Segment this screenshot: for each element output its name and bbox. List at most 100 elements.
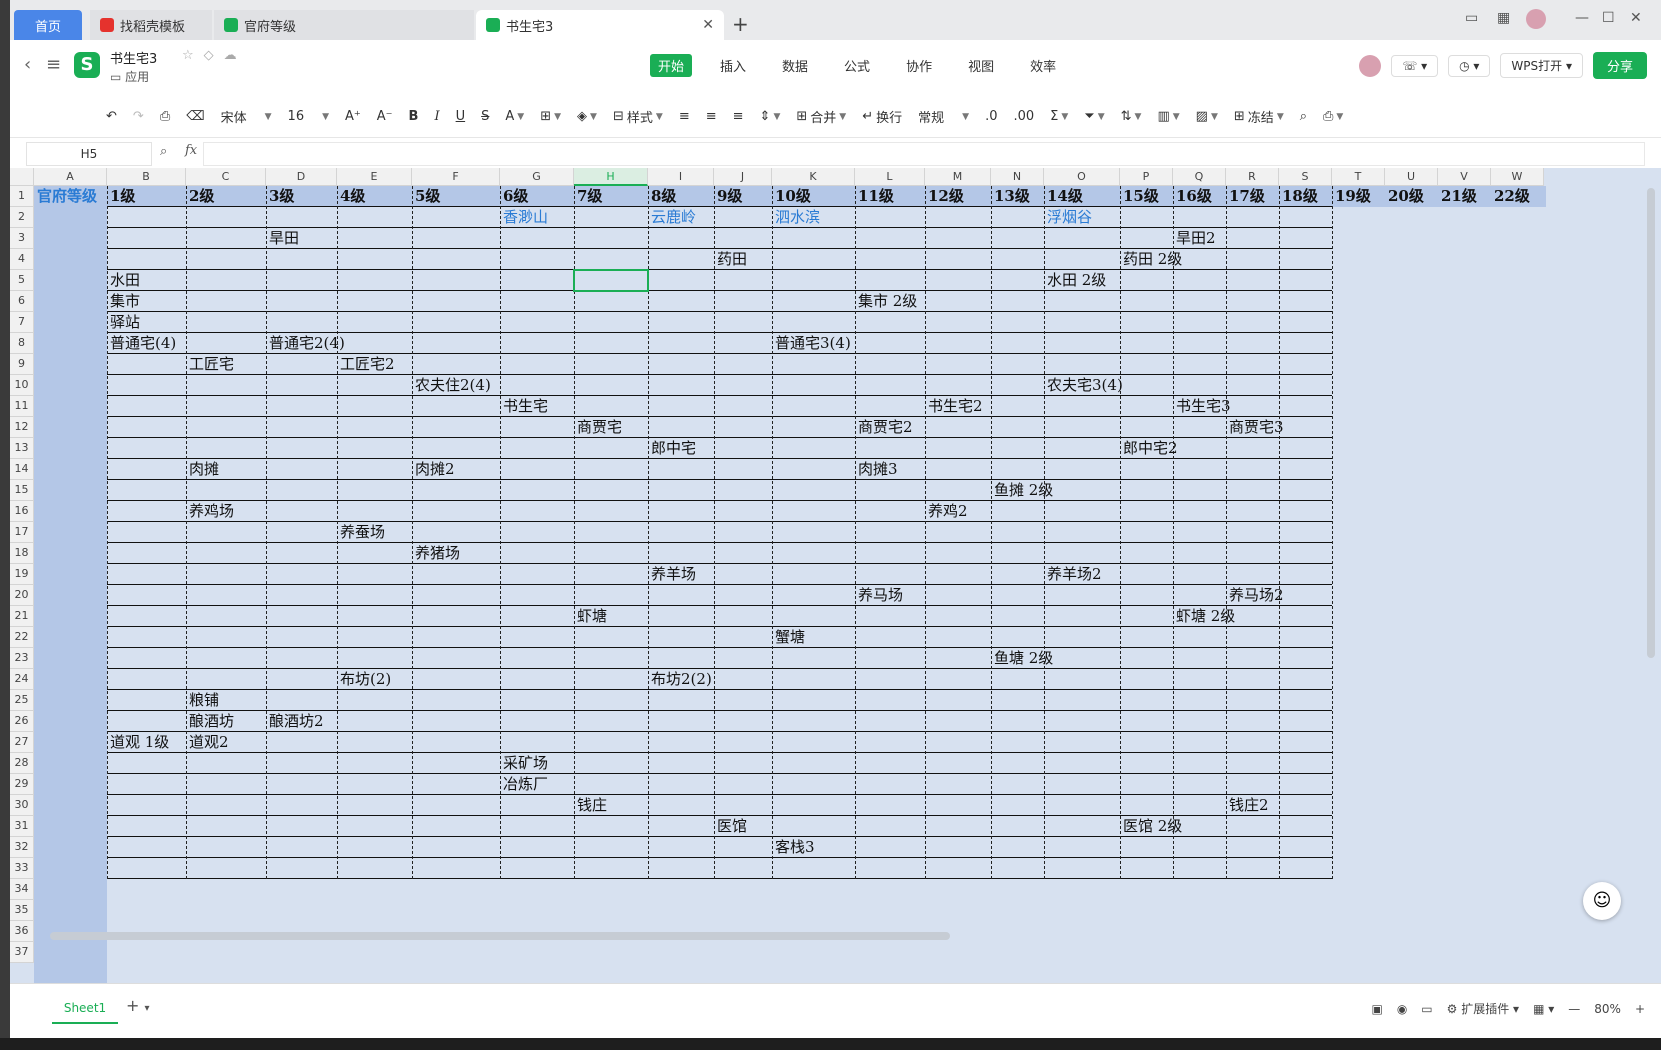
header-cell-a[interactable]: 官府等级: [34, 186, 97, 207]
cell-k2[interactable]: 泗水滨: [772, 207, 820, 228]
cell-i2[interactable]: 云鹿岭: [648, 207, 696, 228]
row-header-4[interactable]: 4: [10, 249, 34, 270]
ribbon-tab-data[interactable]: 数据: [774, 54, 816, 77]
column-header-c[interactable]: C: [186, 168, 266, 186]
column-header-q[interactable]: Q: [1173, 168, 1226, 186]
window-close-icon[interactable]: ✕: [1630, 10, 1642, 26]
cell-l6[interactable]: 集市 2级: [855, 291, 917, 312]
header-cell-b[interactable]: 1级: [107, 186, 135, 207]
tab-daoke[interactable]: 找稻壳模板: [90, 10, 212, 40]
cell-b8[interactable]: 普通宅(4): [107, 333, 176, 354]
italic-icon[interactable]: I: [434, 109, 439, 124]
ribbon-tab-formula[interactable]: 公式: [836, 54, 878, 77]
zoom-in-icon[interactable]: +: [1635, 1002, 1645, 1016]
ribbon-tab-insert[interactable]: 插入: [712, 54, 754, 77]
border-icon[interactable]: ⊞ ▼: [540, 109, 561, 124]
fx-icon[interactable]: fx: [185, 143, 197, 158]
merge-button[interactable]: ⊞ 合并 ▼: [796, 107, 846, 126]
align-center-icon[interactable]: ≡: [706, 109, 717, 124]
row-header-32[interactable]: 32: [10, 837, 34, 858]
wps-open-button[interactable]: WPS打开 ▾: [1500, 53, 1583, 78]
maximize-icon[interactable]: ☐: [1602, 10, 1615, 26]
column-header-i[interactable]: I: [648, 168, 714, 186]
history-icon[interactable]: ◷ ▾: [1448, 54, 1491, 77]
cell-j4[interactable]: 药田: [714, 249, 747, 270]
row-header-13[interactable]: 13: [10, 438, 34, 459]
cell-c26[interactable]: 酿酒坊: [186, 711, 234, 732]
number-format-select[interactable]: 常规 ▼: [918, 107, 969, 126]
header-cell-g[interactable]: 6级: [500, 186, 528, 207]
cell-g2[interactable]: 香渺山: [500, 207, 548, 228]
column-header-w[interactable]: W: [1491, 168, 1544, 186]
row-header-37[interactable]: 37: [10, 942, 34, 963]
header-cell-p[interactable]: 15级: [1120, 186, 1159, 207]
row-header-3[interactable]: 3: [10, 228, 34, 249]
select-all-corner[interactable]: [10, 168, 34, 186]
cell-c9[interactable]: 工匠宅: [186, 354, 234, 375]
increase-decimal-icon[interactable]: .0: [985, 109, 997, 124]
header-cell-s[interactable]: 18级: [1279, 186, 1318, 207]
cell-r30[interactable]: 钱庄2: [1226, 795, 1269, 816]
freeze-button[interactable]: ⊞ 冻结 ▼: [1234, 107, 1284, 126]
chart-icon[interactable]: ▥ ▼: [1157, 109, 1179, 124]
column-header-k[interactable]: K: [772, 168, 855, 186]
column-header-m[interactable]: M: [925, 168, 991, 186]
name-box[interactable]: H5: [26, 142, 152, 166]
tab-guanfu[interactable]: 官府等级: [214, 10, 474, 40]
align-right-icon[interactable]: ≡: [733, 109, 744, 124]
zoom-out-icon[interactable]: —: [1568, 1002, 1580, 1016]
row-header-35[interactable]: 35: [10, 900, 34, 921]
cell-i13[interactable]: 郎中宅: [648, 438, 696, 459]
header-cell-t[interactable]: 19级: [1332, 186, 1371, 207]
row-header-6[interactable]: 6: [10, 291, 34, 312]
cell-i24[interactable]: 布坊2(2): [648, 669, 712, 690]
cell-o5[interactable]: 水田 2级: [1044, 270, 1106, 291]
row-header-17[interactable]: 17: [10, 522, 34, 543]
cell-b5[interactable]: 水田: [107, 270, 140, 291]
share-button[interactable]: 分享: [1592, 52, 1647, 79]
call-icon[interactable]: ☏ ▾: [1391, 54, 1439, 77]
row-header-20[interactable]: 20: [10, 585, 34, 606]
cell-f18[interactable]: 养猪场: [412, 543, 460, 564]
cell-b7[interactable]: 驿站: [107, 312, 140, 333]
column-header-p[interactable]: P: [1120, 168, 1173, 186]
column-header-j[interactable]: J: [714, 168, 772, 186]
row-header-30[interactable]: 30: [10, 795, 34, 816]
document-folder[interactable]: ▭ 应用: [110, 68, 149, 85]
print-icon[interactable]: ⎙ ▼: [1323, 109, 1343, 124]
header-cell-i[interactable]: 8级: [648, 186, 676, 207]
column-header-b[interactable]: B: [107, 168, 186, 186]
view-mode-icon[interactable]: ▦ ▾: [1533, 1002, 1554, 1016]
selected-cell[interactable]: [573, 269, 649, 292]
header-cell-c[interactable]: 2级: [186, 186, 214, 207]
collaborator-avatar[interactable]: [1359, 54, 1382, 77]
cell-j31[interactable]: 医馆: [714, 816, 747, 837]
header-cell-q[interactable]: 16级: [1173, 186, 1212, 207]
row-header-33[interactable]: 33: [10, 858, 34, 879]
cloud-icon[interactable]: ☁: [224, 48, 247, 63]
cell-b27[interactable]: 道观 1级: [107, 732, 169, 753]
cell-m11[interactable]: 书生宅2: [925, 396, 983, 417]
header-cell-m[interactable]: 12级: [925, 186, 964, 207]
row-header-14[interactable]: 14: [10, 459, 34, 480]
style-button[interactable]: ⊟ 样式 ▼: [613, 107, 663, 126]
row-header-9[interactable]: 9: [10, 354, 34, 375]
row-header-10[interactable]: 10: [10, 375, 34, 396]
sort-icon[interactable]: ⇅ ▼: [1121, 109, 1142, 124]
cell-o2[interactable]: 浮烟谷: [1044, 207, 1092, 228]
cell-f14[interactable]: 肉摊2: [412, 459, 455, 480]
row-header-16[interactable]: 16: [10, 501, 34, 522]
star-icon[interactable]: ☆: [182, 48, 204, 63]
align-left-icon[interactable]: ≡: [679, 109, 690, 124]
header-cell-v[interactable]: 21级: [1438, 186, 1477, 207]
cell-r12[interactable]: 商贾宅3: [1226, 417, 1284, 438]
cloud-sync-icon[interactable]: ◉: [1397, 1002, 1407, 1016]
underline-icon[interactable]: U: [456, 109, 466, 124]
plugins-button[interactable]: ⚙ 扩展插件 ▾: [1447, 1000, 1519, 1017]
cell-r20[interactable]: 养马场2: [1226, 585, 1284, 606]
cell-m16[interactable]: 养鸡2: [925, 501, 968, 522]
ribbon-tab-view[interactable]: 视图: [960, 54, 1002, 77]
row-header-27[interactable]: 27: [10, 732, 34, 753]
cell-d8[interactable]: 普通宅2(4): [266, 333, 345, 354]
font-size-select[interactable]: 16 ▼: [288, 109, 329, 124]
